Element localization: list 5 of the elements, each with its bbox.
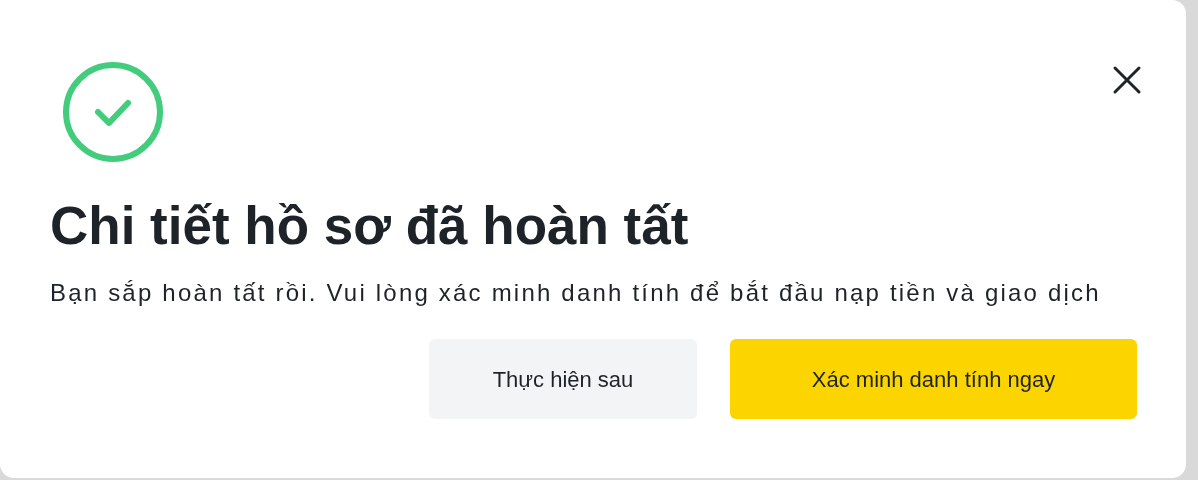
close-icon[interactable] bbox=[1112, 65, 1142, 95]
dialog-message: Bạn sắp hoàn tất rồi. Vui lòng xác minh danh tính để bắt đầu nạp tiền và giao dịch bbox=[50, 278, 1102, 308]
dialog-title: Chi tiết hồ sơ đã hoàn tất bbox=[50, 198, 690, 254]
verify-button[interactable]: Xác minh danh tính ngay bbox=[730, 339, 1137, 419]
later-button[interactable]: Thực hiện sau bbox=[429, 339, 697, 419]
